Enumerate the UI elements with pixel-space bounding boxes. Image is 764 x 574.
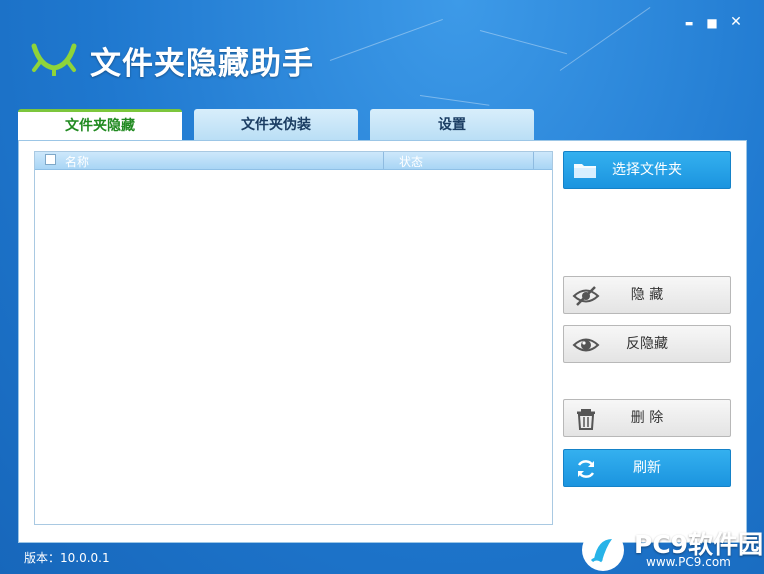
delete-label: 删 除 [630,410,664,426]
tab-folder-hide[interactable]: 文件夹隐藏 [18,109,182,141]
maximize-button[interactable]: ■ [703,16,721,30]
decor-streak [479,30,568,55]
unhide-button[interactable]: 反隐藏 [563,325,731,363]
column-divider[interactable] [383,152,384,169]
version-label: 版本：10.0.0.1 [24,551,110,565]
close-button[interactable]: ✕ [727,14,745,30]
select-folder-button[interactable]: 选择文件夹 [563,151,731,189]
list-header: 名称 状态 [35,152,552,170]
delete-button[interactable]: 删 除 [563,399,731,437]
hide-label: 隐 藏 [630,287,664,303]
column-header-status[interactable]: 状态 [399,153,423,170]
hide-button[interactable]: 隐 藏 [563,276,731,314]
unhide-label: 反隐藏 [626,336,668,352]
tab-settings[interactable]: 设置 [370,109,534,141]
column-header-name[interactable]: 名称 [65,153,89,170]
tab-content-panel: 名称 状态 选择文件夹 隐 藏 反隐藏 删 除 刷新 [18,140,747,543]
watermark-logo-icon [582,529,624,571]
decor-streak [419,95,490,106]
column-divider[interactable] [533,152,534,169]
refresh-label: 刷新 [633,460,661,476]
app-title: 文件夹隐藏助手 [90,46,314,82]
select-all-checkbox[interactable] [45,154,56,165]
app-logo-icon [31,43,77,76]
app-window: 文件夹隐藏助手 ▬ ■ ✕ 文件夹隐藏 文件夹伪装 设置 名称 状态 选择文件夹 [0,0,764,574]
watermark-url: www.PC9.com [646,555,731,569]
folder-list[interactable]: 名称 状态 [34,151,553,525]
select-folder-label: 选择文件夹 [612,162,682,178]
watermark: PC9软件园 www.PC9.com [578,525,764,574]
refresh-button[interactable]: 刷新 [563,449,731,487]
minimize-button[interactable]: ▬ [680,19,698,29]
decor-streak [329,18,443,61]
tab-folder-disguise[interactable]: 文件夹伪装 [194,109,358,141]
decor-streak [559,6,651,71]
